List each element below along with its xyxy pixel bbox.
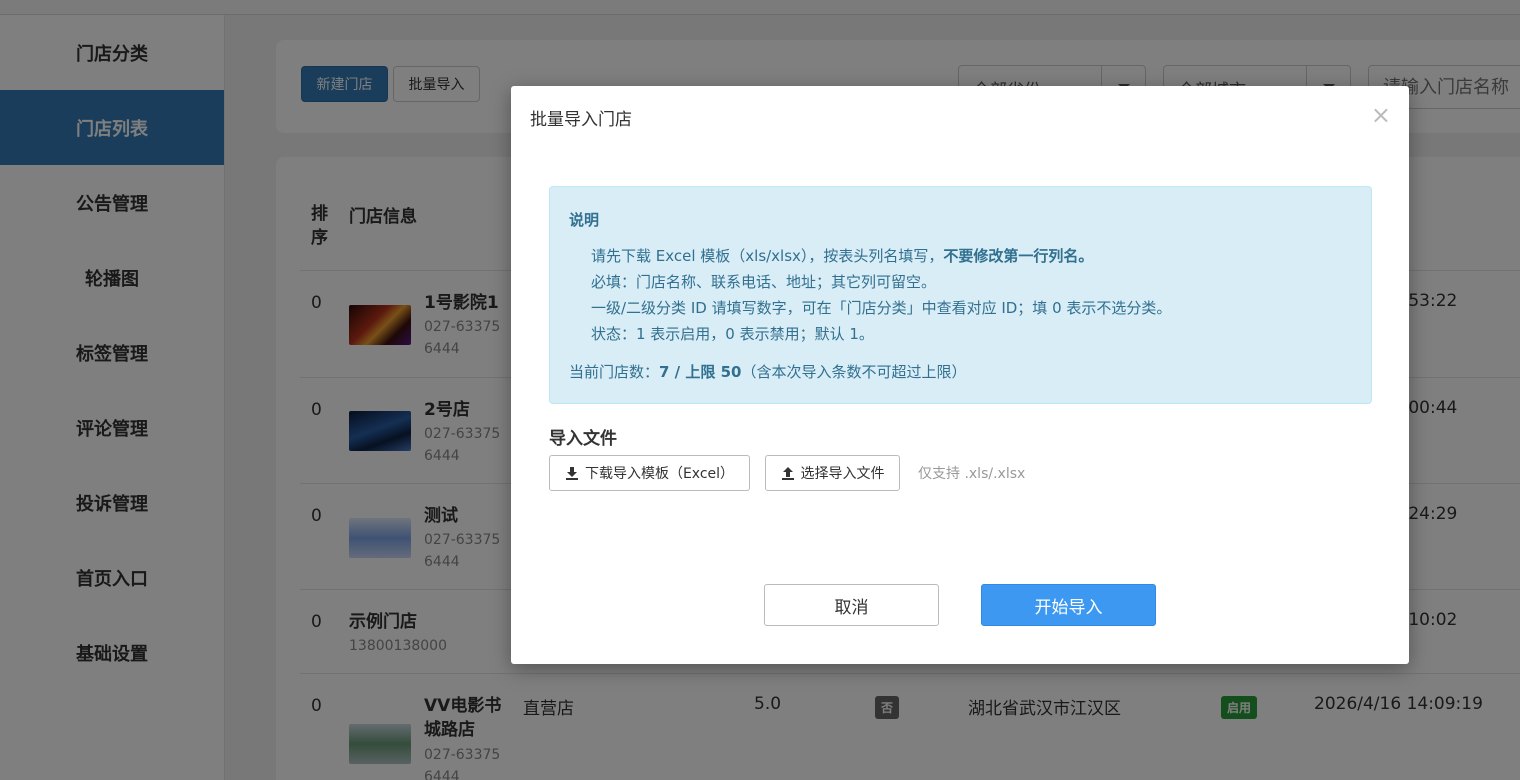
count-separator: / 上限 xyxy=(669,363,721,381)
batch-import-modal: 批量导入门店 × 说明 请先下载 Excel 模板（xls/xlsx），按表头列… xyxy=(511,86,1409,664)
store-count-info: 当前门店数：7 / 上限 50（含本次导入条数不可超过上限） xyxy=(569,361,967,382)
instruction-emphasis: 不要修改第一行列名。 xyxy=(943,247,1094,265)
cancel-button[interactable]: 取消 xyxy=(764,584,939,626)
import-file-label: 导入文件 xyxy=(549,429,617,449)
instructions-title: 说明 xyxy=(569,211,600,229)
choose-file-button[interactable]: 选择导入文件 xyxy=(765,455,900,491)
download-icon xyxy=(565,467,578,480)
start-import-button[interactable]: 开始导入 xyxy=(981,584,1156,626)
download-template-button[interactable]: 下载导入模板（Excel） xyxy=(549,455,750,491)
close-icon[interactable]: × xyxy=(1371,102,1391,128)
upload-icon xyxy=(781,467,794,480)
instruction-line: 一级/二级分类 ID 请填写数字，可在「门店分类」中查看对应 ID；填 0 表示… xyxy=(591,299,1172,317)
file-format-hint: 仅支持 .xls/.xlsx xyxy=(918,466,1026,482)
modal-title: 批量导入门店 xyxy=(530,110,632,130)
instruction-line: 请先下载 Excel 模板（xls/xlsx），按表头列名填写，不要修改第一行列… xyxy=(591,245,1093,266)
instruction-text: 请先下载 Excel 模板（xls/xlsx），按表头列名填写， xyxy=(591,247,944,265)
instruction-line: 必填：门店名称、联系电话、地址；其它列可留空。 xyxy=(591,273,937,291)
count-prefix: 当前门店数： xyxy=(569,363,660,381)
choose-file-label: 选择导入文件 xyxy=(800,466,885,482)
count-current: 7 xyxy=(659,363,670,381)
instruction-line: 状态：1 表示启用，0 表示禁用；默认 1。 xyxy=(591,325,874,343)
count-limit: 50 xyxy=(720,363,742,381)
instructions-box: 说明 请先下载 Excel 模板（xls/xlsx），按表头列名填写，不要修改第… xyxy=(549,186,1372,404)
count-suffix: （含本次导入条数不可超过上限） xyxy=(741,363,967,381)
download-template-label: 下载导入模板（Excel） xyxy=(584,466,735,482)
